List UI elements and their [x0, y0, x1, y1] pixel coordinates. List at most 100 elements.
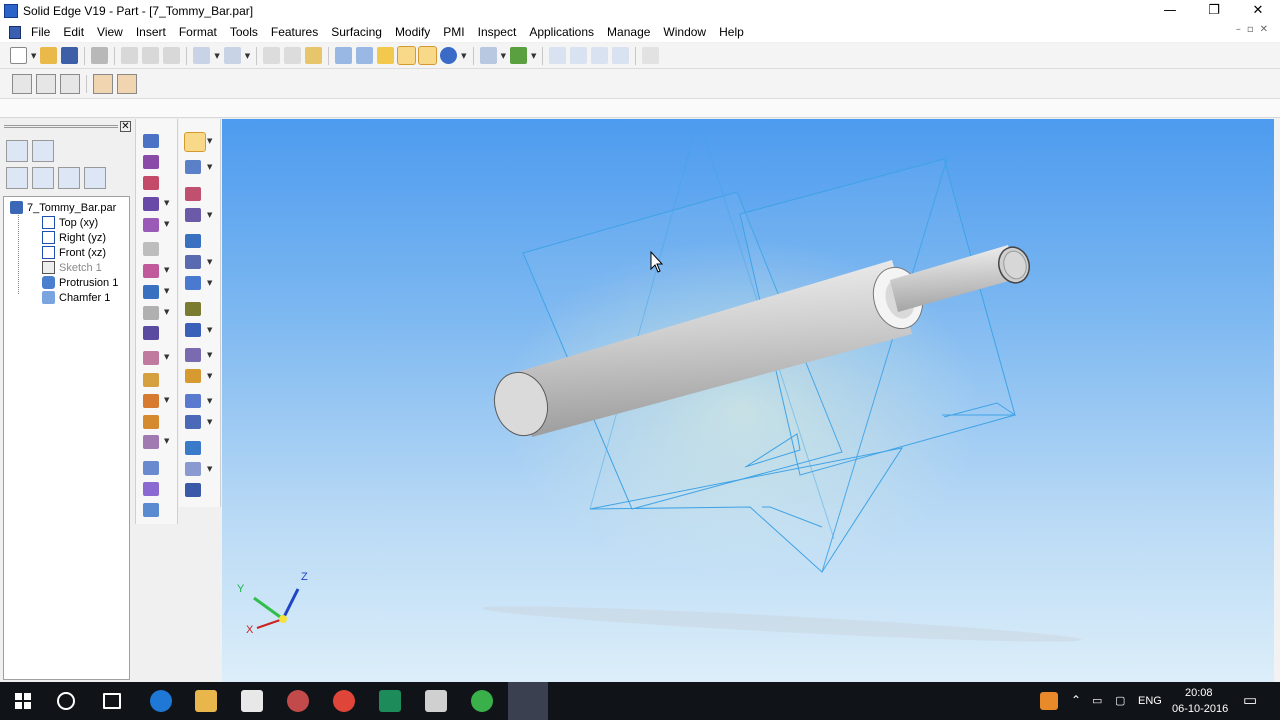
- menu-applications[interactable]: Applications: [523, 25, 601, 39]
- add-body-icon[interactable]: [185, 369, 201, 383]
- app-icon-2[interactable]: [379, 690, 401, 712]
- start-button[interactable]: [12, 690, 34, 712]
- menu-format[interactable]: Format: [173, 25, 224, 39]
- protrusion-tool-icon[interactable]: [143, 134, 159, 148]
- tree-node-right-plane[interactable]: Right (yz): [42, 230, 106, 245]
- notifications-icon[interactable]: ▭: [1243, 691, 1257, 709]
- redo-icon[interactable]: [223, 47, 241, 64]
- undo-icon[interactable]: [193, 47, 211, 64]
- revolved-protrusion-icon[interactable]: [143, 155, 159, 169]
- doc-minimize-button[interactable]: –: [1236, 24, 1241, 35]
- feature-pathfinder-icon[interactable]: [6, 140, 28, 162]
- vent-dropdown-icon[interactable]: ▼: [164, 396, 169, 404]
- cut-icon[interactable]: [121, 47, 139, 64]
- split-dropdown-icon[interactable]: ▼: [207, 351, 212, 359]
- curve-icon[interactable]: [185, 441, 201, 455]
- show-sketches-icon[interactable]: [84, 167, 106, 189]
- sketch-dropdown-icon[interactable]: ▼: [207, 163, 212, 171]
- draft-icon[interactable]: [143, 306, 159, 320]
- edge-browser-icon[interactable]: [150, 690, 172, 712]
- cortana-search-icon[interactable]: [57, 692, 75, 710]
- fit-icon[interactable]: [591, 47, 609, 64]
- graphics-viewport[interactable]: Y Z X: [222, 119, 1274, 682]
- shaded-no-edges-icon[interactable]: [418, 46, 438, 65]
- menu-file[interactable]: File: [25, 25, 57, 39]
- close-button[interactable]: ✕: [1236, 0, 1280, 20]
- group-features-icon[interactable]: [58, 167, 80, 189]
- select-tool-icon[interactable]: [184, 132, 206, 152]
- app-icon-3[interactable]: [425, 690, 447, 712]
- menu-modify[interactable]: Modify: [389, 25, 437, 39]
- pan-icon[interactable]: [612, 47, 630, 64]
- hyperlink-icon[interactable]: [263, 47, 281, 64]
- emboss-icon[interactable]: [185, 302, 201, 316]
- menu-window[interactable]: Window: [657, 25, 713, 39]
- thin-wall-icon[interactable]: [143, 326, 159, 340]
- cutout-icon[interactable]: [143, 176, 159, 190]
- tree-node-sketch[interactable]: Sketch 1: [42, 260, 102, 275]
- wireframe-view-icon[interactable]: [335, 47, 353, 64]
- round-icon[interactable]: [143, 264, 159, 278]
- slot-icon[interactable]: [185, 276, 201, 290]
- rotate-dropdown-icon[interactable]: ▼: [531, 52, 536, 60]
- layers-icon[interactable]: [32, 140, 54, 162]
- plane-dropdown-icon[interactable]: ▼: [207, 397, 212, 405]
- vent-icon[interactable]: [143, 394, 159, 408]
- tree-node-protrusion[interactable]: Protrusion 1: [42, 275, 118, 290]
- tray-app-icon[interactable]: [1040, 692, 1058, 710]
- clock-date[interactable]: 06-10-2016: [1172, 703, 1228, 715]
- maximize-button[interactable]: ❐: [1192, 0, 1236, 20]
- new-dropdown-icon[interactable]: ▼: [31, 52, 36, 60]
- zoom-icon[interactable]: [570, 47, 588, 64]
- feature-library-icon[interactable]: [93, 73, 113, 94]
- menu-help[interactable]: Help: [713, 25, 751, 39]
- file-explorer-icon[interactable]: [195, 690, 217, 712]
- chrome-icon-2[interactable]: [471, 690, 493, 712]
- document-icon[interactable]: [9, 25, 21, 39]
- offset-surface-icon[interactable]: [185, 323, 201, 337]
- chamfer-tool-icon[interactable]: [143, 285, 159, 299]
- menu-surfacing[interactable]: Surfacing: [325, 25, 389, 39]
- pathfinder-close-button[interactable]: ✕: [120, 121, 131, 132]
- solid-edge-app-icon[interactable]: [4, 4, 18, 18]
- lip-icon[interactable]: [143, 373, 159, 387]
- menu-pmi[interactable]: PMI: [437, 25, 471, 39]
- tree-node-part[interactable]: 7_Tommy_Bar.par: [10, 200, 116, 215]
- reference-plane-icon[interactable]: [185, 394, 201, 408]
- loft-dropdown-icon[interactable]: ▼: [164, 220, 169, 228]
- tree-node-chamfer[interactable]: Chamfer 1: [42, 290, 110, 305]
- tree-node-top-plane[interactable]: Top (xy): [42, 215, 98, 230]
- sketch-tool-icon[interactable]: [185, 160, 201, 174]
- task-view-icon[interactable]: [103, 693, 121, 709]
- panel-grip[interactable]: [4, 125, 118, 128]
- normal-protrusion-icon[interactable]: [185, 234, 201, 248]
- revolved-cutout-icon[interactable]: [143, 197, 159, 211]
- doc-close-button[interactable]: ✕: [1260, 24, 1268, 35]
- swept-cutout-icon[interactable]: [185, 187, 201, 201]
- app-icon-1[interactable]: [287, 690, 309, 712]
- menu-tools[interactable]: Tools: [224, 25, 265, 39]
- store-icon[interactable]: [241, 690, 263, 712]
- menu-insert[interactable]: Insert: [130, 25, 173, 39]
- visible-edges-icon[interactable]: [356, 47, 374, 64]
- thread-icon[interactable]: [185, 255, 201, 269]
- helical-dropdown-icon[interactable]: ▼: [207, 211, 212, 219]
- doc-restore-button[interactable]: ▫: [1247, 24, 1254, 35]
- mounting-boss-icon[interactable]: [143, 415, 159, 429]
- open-folder-icon[interactable]: [40, 47, 58, 64]
- tree-node-front-plane[interactable]: Front (xz): [42, 245, 106, 260]
- part-environment-icon[interactable]: [12, 73, 32, 94]
- rib-icon[interactable]: [143, 351, 159, 365]
- copy-features-icon[interactable]: [32, 167, 54, 189]
- web-network-icon[interactable]: [143, 435, 159, 449]
- mirror-icon[interactable]: [143, 482, 159, 496]
- cutout-dropdown-icon[interactable]: ▼: [164, 199, 169, 207]
- family-of-parts-icon[interactable]: [117, 73, 137, 94]
- menu-inspect[interactable]: Inspect: [472, 25, 524, 39]
- select-dropdown-icon[interactable]: ▼: [207, 137, 212, 145]
- help-pointer-icon[interactable]: [642, 47, 660, 64]
- battery-icon[interactable]: ▭: [1092, 694, 1102, 707]
- properties-icon[interactable]: [284, 47, 302, 64]
- chamfer-dropdown-icon[interactable]: ▼: [164, 287, 169, 295]
- copy-icon[interactable]: [142, 47, 160, 64]
